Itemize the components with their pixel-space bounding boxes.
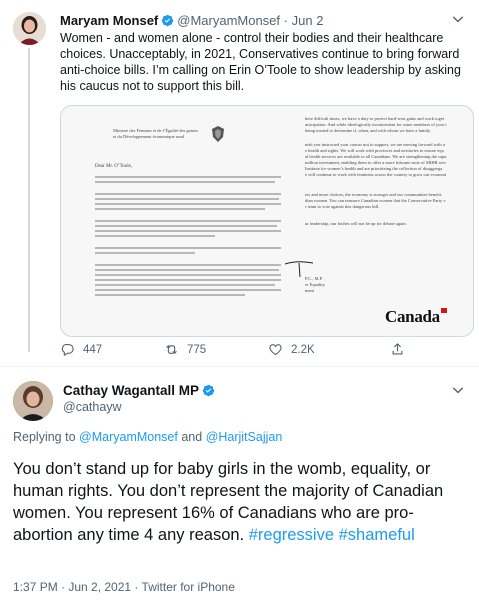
retweet-icon: [166, 344, 177, 355]
letter-signoff: er Equality: [305, 282, 325, 287]
letter-right-line: nish you instructed your caucus not to s…: [305, 142, 445, 147]
canada-wordmark-text: Canada: [385, 307, 440, 326]
reply-prefix: Replying to: [13, 430, 76, 444]
letter-signoff: P.C., M.P.: [305, 276, 323, 281]
crest-icon: [212, 126, 224, 142]
like-icon: [269, 344, 282, 356]
tweet-timestamp[interactable]: 1:37 PM · Jun 2, 2021 · Twitter for iPho…: [13, 580, 235, 594]
letter-right-line: e will continue to work with feminists a…: [305, 172, 447, 177]
tweet-divider: [0, 366, 479, 367]
letter-right-line: Institute for women’s health and are pri…: [305, 166, 443, 171]
flag-icon: [440, 308, 447, 313]
letter-right-line: hese difficult times, we have a duty to …: [305, 116, 445, 121]
tweet1-actions: 447 775 2.2K: [60, 342, 470, 360]
letter-right-line: al health services are available to all …: [305, 154, 447, 159]
verified-badge-icon: [162, 14, 174, 27]
letter-right-line: e health and rights. We will work with p…: [305, 148, 444, 153]
letter-right-line: dian women. You can reassure Canadian wo…: [305, 198, 446, 203]
thread-connector-line: [28, 48, 30, 352]
share-action[interactable]: [390, 342, 405, 357]
letter-header-line1: Ministre des Femmes et de l’Égalité des …: [113, 128, 199, 133]
letter-signoff: ment: [305, 288, 314, 293]
separator-dot: ·: [283, 13, 288, 28]
tweet1-text: Women - and women alone - control their …: [60, 31, 461, 93]
mention-link[interactable]: @HarjitSajjan: [206, 430, 283, 444]
letter-header-line2: et du Développement économique rural: [113, 134, 185, 139]
avatar-maryam-monsef[interactable]: [13, 12, 46, 45]
letter-right-line: being trusted to determine if, when, and…: [305, 128, 432, 133]
author-name[interactable]: Maryam Monsef: [60, 13, 158, 28]
letter-right-line: r team to vote against this dangerous bi…: [305, 204, 380, 209]
caret-down-icon[interactable]: [451, 12, 465, 26]
tweet1-attached-letter-image[interactable]: Ministre des Femmes et de l’Égalité des …: [60, 105, 474, 337]
reply-count: 447: [83, 343, 103, 356]
reply-action[interactable]: 447: [60, 342, 102, 357]
letter-right-line: ers and more choices, the economy is str…: [305, 192, 443, 197]
tweet2-header: Cathay Wagantall MP: [63, 383, 218, 398]
reply-icon: [61, 343, 74, 357]
author-name[interactable]: Cathay Wagantall MP: [63, 383, 199, 398]
verified-badge-icon: [202, 384, 215, 397]
letter-greeting: Dear Mr. O’Toole,: [95, 164, 133, 169]
letter-right-line: million investment, enabling them to off…: [305, 160, 447, 165]
like-action[interactable]: 2.2K: [268, 342, 315, 357]
tweet-date[interactable]: Jun 2: [292, 13, 324, 28]
canada-wordmark: Canada: [385, 307, 447, 327]
letter-right-line: articipation. And while ideologically in…: [305, 122, 447, 127]
avatar-cathay-wagantall[interactable]: [13, 381, 53, 421]
caret-down-icon[interactable]: [451, 383, 465, 397]
letter-right-line: ur leadership, our bodies will not be up…: [305, 221, 407, 226]
reply-and: and: [181, 430, 203, 444]
like-count: 2.2K: [291, 343, 315, 356]
mention-link[interactable]: @MaryamMonsef: [79, 430, 178, 444]
author-handle[interactable]: @MaryamMonsef: [177, 13, 280, 28]
replying-to: Replying to @MaryamMonsef and @HarjitSaj…: [13, 430, 282, 444]
tweet1-header: Maryam Monsef @MaryamMonsef · Jun 2: [60, 13, 323, 29]
letter-document: Ministre des Femmes et de l’Égalité des …: [61, 106, 473, 336]
retweet-count: 775: [187, 343, 207, 356]
tweet2-text: You don’t stand up for baby girls in the…: [13, 458, 468, 546]
hashtag-link[interactable]: #regressive: [249, 526, 334, 544]
author-handle[interactable]: @cathayw: [63, 400, 122, 414]
hashtag-link[interactable]: #shameful: [339, 526, 415, 544]
retweet-action[interactable]: 775: [164, 342, 206, 357]
share-icon: [392, 343, 403, 355]
